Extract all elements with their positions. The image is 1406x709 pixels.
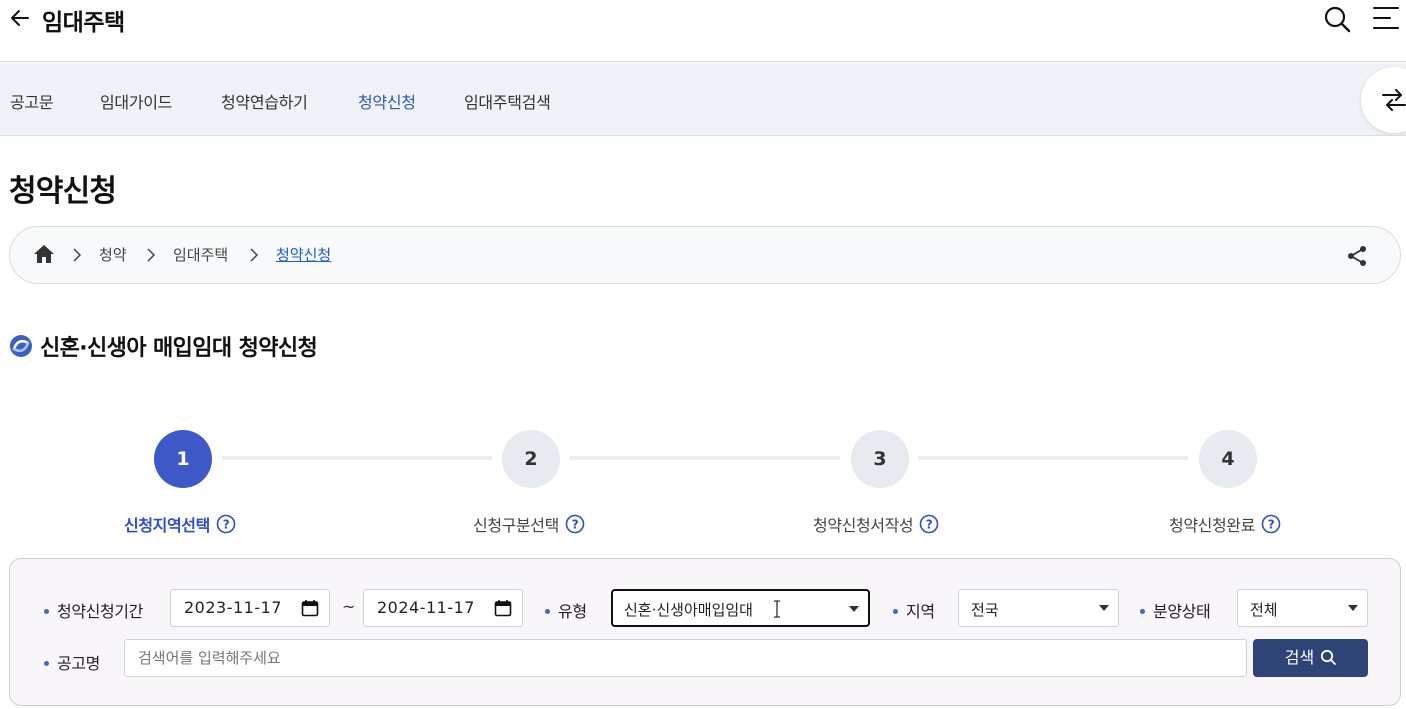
help-icon[interactable]: ? xyxy=(919,514,939,534)
text-cursor-icon xyxy=(774,600,780,618)
svg-text:?: ? xyxy=(926,518,933,532)
chevron-down-icon xyxy=(1348,605,1358,611)
bullet-dot xyxy=(545,608,550,614)
type-label: 유형 xyxy=(545,598,587,622)
search-icon[interactable] xyxy=(1323,5,1351,33)
region-label-text: 지역 xyxy=(906,602,935,621)
menu-icon[interactable] xyxy=(1372,5,1400,33)
search-button-label: 검색 xyxy=(1284,648,1315,667)
chevron-down-icon xyxy=(1099,605,1109,611)
step-2-circle: 2 xyxy=(502,430,560,488)
chevron-right-icon xyxy=(250,248,259,262)
calendar-icon[interactable] xyxy=(494,599,512,617)
step-3-label: 청약신청서작성 ? xyxy=(813,512,939,536)
tab-application[interactable]: 청약신청 xyxy=(358,89,416,113)
period-label: 청약신청기간 xyxy=(44,598,143,622)
chevron-right-icon xyxy=(147,248,156,262)
region-label: 지역 xyxy=(893,598,935,622)
status-label-text: 분양상태 xyxy=(1153,602,1211,621)
bullet-dot xyxy=(44,608,49,614)
end-date-value: 2024-11-17 xyxy=(377,598,475,617)
step-connector xyxy=(222,456,492,460)
status-select[interactable]: 전체 xyxy=(1237,589,1368,627)
search-filter-panel: 청약신청기간 2023-11-17 ~ 2024-11-17 유형 신혼·신생아… xyxy=(9,558,1401,706)
breadcrumb-item-subscription[interactable]: 청약 xyxy=(99,244,127,265)
tab-notice[interactable]: 공고문 xyxy=(10,89,54,113)
top-bar: 임대주택 xyxy=(0,0,1406,62)
status-select-value: 전체 xyxy=(1250,601,1278,619)
type-label-text: 유형 xyxy=(558,602,587,621)
date-range-separator: ~ xyxy=(342,597,356,616)
swap-arrows-icon xyxy=(1382,89,1406,111)
start-date-value: 2023-11-17 xyxy=(184,598,282,617)
step-3-circle: 3 xyxy=(851,430,909,488)
search-icon xyxy=(1321,649,1337,665)
region-select-value: 전국 xyxy=(971,601,999,619)
bullet-dot xyxy=(1140,608,1145,614)
type-select[interactable]: 신혼·신생아매입임대 xyxy=(611,589,870,627)
status-label: 분양상태 xyxy=(1140,598,1211,622)
step-4-circle: 4 xyxy=(1199,430,1257,488)
breadcrumb-item-current[interactable]: 청약신청 xyxy=(276,244,331,265)
svg-text:?: ? xyxy=(572,518,579,532)
section-title: 신혼·신생아 매입임대 청약신청 xyxy=(40,336,318,361)
swap-button[interactable] xyxy=(1361,67,1406,133)
step-1-circle: 1 xyxy=(154,430,212,488)
end-date-input[interactable]: 2024-11-17 xyxy=(363,589,523,627)
notice-name-input[interactable] xyxy=(124,639,1247,677)
help-icon[interactable]: ? xyxy=(565,514,585,534)
tab-bar: 공고문 임대가이드 청약연습하기 청약신청 임대주택검색 xyxy=(0,63,1406,136)
step-1-text: 신청지역선택 xyxy=(124,516,210,535)
step-2-label: 신청구분선택 ? xyxy=(473,512,585,536)
period-label-text: 청약신청기간 xyxy=(57,602,143,621)
calendar-icon[interactable] xyxy=(301,599,319,617)
section-title-icon xyxy=(10,335,32,357)
svg-text:?: ? xyxy=(1268,518,1275,532)
breadcrumb-item-rental[interactable]: 임대주택 xyxy=(173,244,228,265)
help-icon[interactable]: ? xyxy=(1261,514,1281,534)
step-connector xyxy=(570,456,840,460)
notice-name-label-text: 공고명 xyxy=(57,654,100,673)
region-select[interactable]: 전국 xyxy=(958,589,1119,627)
chevron-right-icon xyxy=(73,248,82,262)
step-connector xyxy=(918,456,1188,460)
share-icon[interactable] xyxy=(1346,245,1368,267)
step-2-text: 신청구분선택 xyxy=(473,516,559,535)
step-4-text: 청약신청완료 xyxy=(1169,516,1255,535)
bullet-dot xyxy=(893,608,898,614)
app-title: 임대주택 xyxy=(42,10,125,36)
tab-rental-search[interactable]: 임대주택검색 xyxy=(464,89,551,113)
arrow-left-icon[interactable] xyxy=(8,6,32,30)
step-1-label: 신청지역선택 ? xyxy=(124,512,236,536)
help-icon[interactable]: ? xyxy=(216,514,236,534)
tab-practice[interactable]: 청약연습하기 xyxy=(221,89,308,113)
search-button[interactable]: 검색 xyxy=(1253,639,1368,677)
type-select-value: 신혼·신생아매입임대 xyxy=(624,601,753,619)
step-3-text: 청약신청서작성 xyxy=(813,516,914,535)
breadcrumb: 청약 임대주택 청약신청 xyxy=(9,226,1401,284)
tab-rental-guide[interactable]: 임대가이드 xyxy=(100,89,172,113)
chevron-down-icon xyxy=(849,606,859,612)
start-date-input[interactable]: 2023-11-17 xyxy=(170,589,330,627)
home-icon[interactable] xyxy=(33,244,55,264)
svg-text:?: ? xyxy=(223,518,230,532)
page-title: 청약신청 xyxy=(9,174,117,209)
notice-name-label: 공고명 xyxy=(44,650,100,674)
step-4-label: 청약신청완료 ? xyxy=(1169,512,1281,536)
bullet-dot xyxy=(44,660,49,666)
